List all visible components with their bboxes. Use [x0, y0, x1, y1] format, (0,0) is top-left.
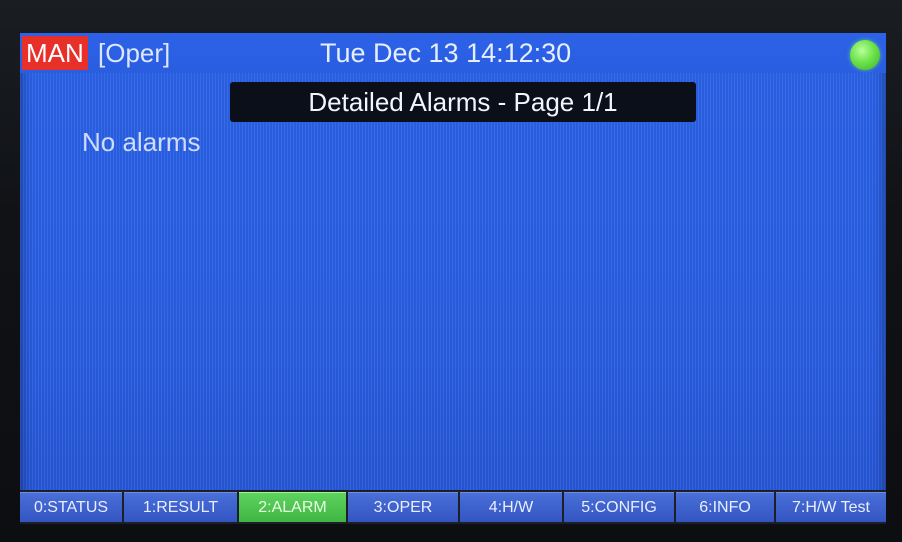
tab-bar: 0:STATUS 1:RESULT 2:ALARM 3:OPER 4:H/W 5… [20, 490, 886, 524]
tab-hw[interactable]: 4:H/W [460, 492, 562, 522]
tab-alarm[interactable]: 2:ALARM [239, 492, 346, 522]
page-title: Detailed Alarms - Page 1/1 [230, 82, 696, 122]
status-header: MAN [Oper] Tue Dec 13 14:12:30 [20, 33, 886, 73]
status-led-icon [850, 40, 880, 70]
no-alarms-message: No alarms [82, 127, 201, 157]
tab-info[interactable]: 6:INFO [676, 492, 774, 522]
device-bezel: MAN [Oper] Tue Dec 13 14:12:30 Detailed … [0, 0, 902, 542]
tab-result[interactable]: 1:RESULT [124, 492, 237, 522]
datetime-display: Tue Dec 13 14:12:30 [320, 38, 572, 68]
display-screen: MAN [Oper] Tue Dec 13 14:12:30 Detailed … [20, 33, 886, 524]
tab-hw-test[interactable]: 7:H/W Test [776, 492, 886, 522]
operation-mode-label: [Oper] [98, 38, 171, 68]
tab-config[interactable]: 5:CONFIG [564, 492, 674, 522]
mode-badge: MAN [22, 36, 88, 70]
tab-oper[interactable]: 3:OPER [348, 492, 458, 522]
tab-status[interactable]: 0:STATUS [20, 492, 122, 522]
